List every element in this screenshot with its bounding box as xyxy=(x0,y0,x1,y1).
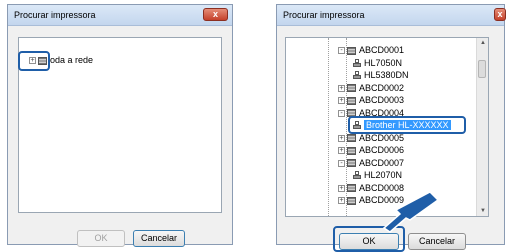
close-icon: x xyxy=(497,9,503,19)
tree-item-label: HL7050N xyxy=(364,57,403,68)
tree-item-group[interactable]: + ABCD0006 xyxy=(338,144,404,156)
tree-item-label: ABCD0003 xyxy=(359,95,405,105)
computer-icon xyxy=(347,46,356,55)
left-dialog-titlebar: Procurar impressora x xyxy=(8,5,232,26)
tree-item-group[interactable]: + ABCD0002 xyxy=(338,82,404,94)
tree-line xyxy=(328,38,329,216)
printer-icon xyxy=(352,71,362,80)
scrollbar-thumb[interactable] xyxy=(478,60,486,78)
tree-item-label: ABCD0006 xyxy=(359,145,405,155)
tree-item-group[interactable]: - ABCD0007 xyxy=(338,157,404,169)
left-close-button[interactable]: x xyxy=(203,8,228,21)
expand-icon[interactable]: + xyxy=(338,84,345,92)
tree-item-label: ABCD0001 xyxy=(359,45,405,55)
tree-item-label: ABCD0007 xyxy=(359,157,405,168)
right-close-button[interactable]: x xyxy=(494,8,506,21)
tree-scrollbar[interactable]: ▲ ▼ xyxy=(476,38,488,216)
printer-icon xyxy=(352,171,362,180)
expand-icon[interactable]: + xyxy=(338,134,345,142)
expand-icon[interactable]: + xyxy=(338,197,345,205)
scroll-down-icon[interactable]: ▼ xyxy=(480,208,486,214)
right-dialog-titlebar: Procurar impressora x xyxy=(277,5,506,26)
tree-item-label: HL2070N xyxy=(364,170,403,180)
expand-icon[interactable]: + xyxy=(338,147,345,155)
tree-item-group[interactable]: - ABCD0001 xyxy=(338,44,404,56)
pointer-arrow-icon xyxy=(382,191,440,233)
tree-item-label: ABCD0002 xyxy=(359,82,405,93)
tree-item-printer[interactable]: HL5380DN xyxy=(352,69,409,81)
computer-icon xyxy=(347,196,356,205)
scroll-up-icon[interactable]: ▲ xyxy=(480,40,486,46)
highlight-box xyxy=(18,51,50,71)
computer-icon xyxy=(347,84,356,93)
collapse-icon[interactable]: - xyxy=(338,109,345,117)
cancel-button[interactable]: Cancelar xyxy=(133,230,185,247)
tree-item-group[interactable]: + ABCD0005 xyxy=(338,132,404,144)
computer-icon xyxy=(347,96,356,105)
tree-item-printer[interactable]: HL2070N xyxy=(352,169,402,181)
collapse-icon[interactable]: - xyxy=(338,159,345,167)
computer-icon xyxy=(347,184,356,193)
tree-item-label: HL5380DN xyxy=(364,70,409,80)
collapse-icon[interactable]: - xyxy=(338,47,345,55)
right-dialog-title: Procurar impressora xyxy=(283,10,365,20)
tree-item-label: oda a rede xyxy=(50,55,94,65)
cancel-button[interactable]: Cancelar xyxy=(408,233,466,250)
tree-item-printer[interactable]: HL7050N xyxy=(352,57,402,69)
computer-icon xyxy=(347,159,356,168)
tree-item-label: ABCD0005 xyxy=(359,132,405,143)
left-dialog-title: Procurar impressora xyxy=(14,10,96,20)
printer-icon xyxy=(352,58,362,68)
ok-button[interactable]: OK xyxy=(77,230,125,247)
expand-icon[interactable]: + xyxy=(338,97,345,105)
tree-item-group[interactable]: + ABCD0003 xyxy=(338,94,404,106)
close-icon: x xyxy=(212,9,218,19)
left-dialog: Procurar impressora x + oda a rede OK Can… xyxy=(7,4,233,247)
computer-icon xyxy=(347,134,356,143)
expand-icon[interactable]: + xyxy=(338,184,345,192)
computer-icon xyxy=(347,146,356,155)
